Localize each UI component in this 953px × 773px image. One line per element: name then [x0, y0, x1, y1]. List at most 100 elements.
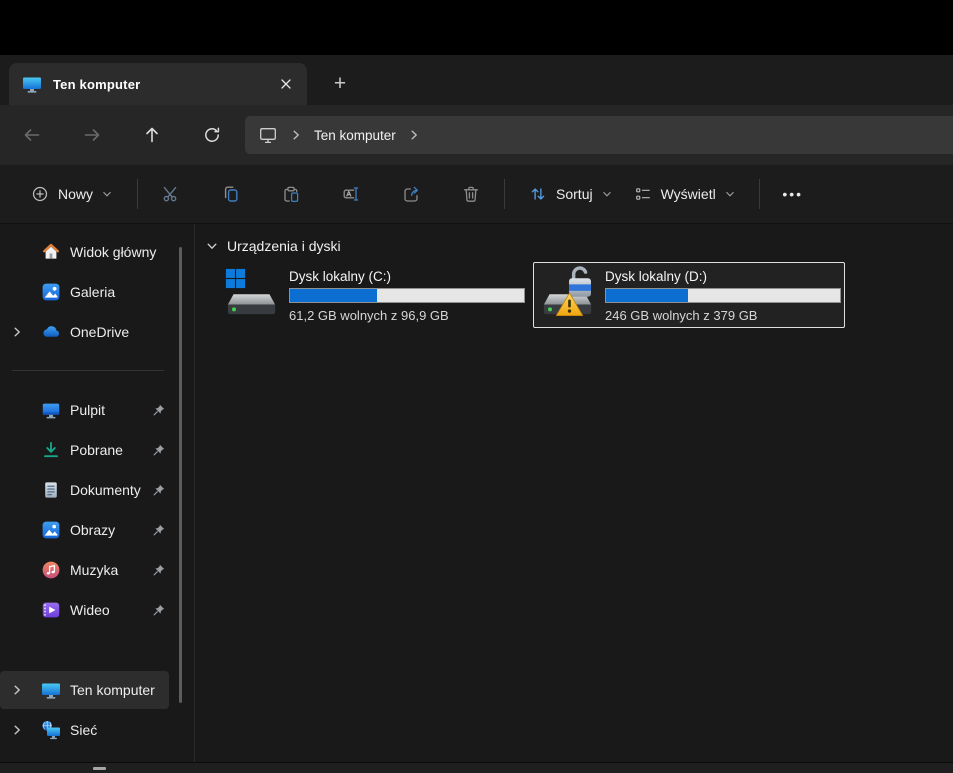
warning-icon — [555, 291, 584, 318]
desktop-icon — [41, 400, 61, 420]
rename-button[interactable] — [331, 176, 371, 212]
status-bar — [0, 762, 953, 773]
sidebar-item-label: Dokumenty — [70, 482, 141, 498]
this-pc-outline-icon[interactable] — [258, 125, 278, 145]
toolbar-divider — [137, 179, 138, 209]
sidebar-item-label: Muzyka — [70, 562, 118, 578]
sidebar-item-videos[interactable]: Wideo — [0, 590, 194, 630]
delete-button[interactable] — [451, 176, 491, 212]
file-list-area[interactable]: Urządzenia i dyski Dysk lokalny (C:) 61,… — [195, 224, 953, 762]
sort-button-label: Sortuj — [556, 186, 593, 202]
sidebar-item-label: Sieć — [70, 722, 97, 738]
windows-logo-icon — [224, 267, 247, 290]
drive-name: Dysk lokalny (C:) — [289, 268, 525, 285]
section-devices-and-drives[interactable]: Urządzenia i dyski — [206, 235, 953, 257]
sort-arrows-icon — [529, 185, 547, 203]
new-button-label: Nowy — [58, 186, 93, 202]
chevron-right-icon[interactable] — [6, 724, 28, 736]
drive-icon — [223, 267, 281, 323]
share-button[interactable] — [391, 176, 431, 212]
sidebar-item-onedrive[interactable]: OneDrive — [0, 312, 194, 352]
toolbar-divider — [759, 179, 760, 209]
chevron-down-icon — [206, 240, 218, 252]
horizontal-scrollbar-thumb[interactable] — [93, 767, 106, 770]
sidebar-item-documents[interactable]: Dokumenty — [0, 470, 194, 510]
up-button[interactable] — [135, 118, 169, 152]
pin-icon — [152, 523, 166, 537]
sidebar-scrollbar[interactable] — [179, 247, 182, 703]
free-space-text: 246 GB wolnych z 379 GB — [605, 308, 841, 323]
navigation-bar: Ten komputer — [0, 105, 953, 165]
tab-close-icon[interactable] — [271, 69, 301, 99]
drive-item-d[interactable]: Dysk lokalny (D:) 246 GB wolnych z 379 G… — [533, 262, 845, 328]
refresh-icon — [202, 125, 222, 145]
pin-icon — [152, 483, 166, 497]
sidebar-item-music[interactable]: Muzyka — [0, 550, 194, 590]
copy-button[interactable] — [211, 176, 251, 212]
sidebar-item-network[interactable]: Sieć — [0, 710, 194, 750]
video-icon — [41, 600, 61, 620]
download-icon — [41, 440, 61, 460]
command-toolbar: Nowy Sortuj Wyświetl ••• — [0, 165, 953, 224]
sidebar-spacer — [0, 630, 194, 670]
forward-button[interactable] — [75, 118, 109, 152]
address-bar[interactable]: Ten komputer — [245, 116, 953, 154]
drive-icon — [539, 267, 597, 323]
sidebar-item-label: Wideo — [70, 602, 110, 618]
up-arrow-icon — [142, 125, 162, 145]
sidebar-item-this-pc[interactable]: Ten komputer — [0, 671, 169, 709]
paste-button[interactable] — [271, 176, 311, 212]
view-button[interactable]: Wyświetl — [623, 176, 746, 212]
this-pc-icon — [22, 74, 42, 94]
sidebar-item-gallery[interactable]: Galeria — [0, 272, 194, 312]
sidebar-item-label: Pulpit — [70, 402, 105, 418]
breadcrumb-chevron-icon[interactable] — [404, 129, 424, 141]
refresh-button[interactable] — [195, 118, 229, 152]
sidebar-item-desktop[interactable]: Pulpit — [0, 390, 194, 430]
tab-ten-komputer[interactable]: Ten komputer — [9, 63, 307, 105]
capacity-bar — [605, 288, 841, 303]
scissors-icon — [161, 184, 181, 204]
desktop-background — [0, 0, 953, 55]
gallery-icon — [41, 282, 61, 302]
share-icon — [401, 184, 421, 204]
drive-item-c[interactable]: Dysk lokalny (C:) 61,2 GB wolnych z 96,9… — [217, 262, 529, 328]
more-options-button[interactable]: ••• — [773, 176, 813, 212]
sidebar-item-downloads[interactable]: Pobrane — [0, 430, 194, 470]
sidebar-item-home[interactable]: Widok główny — [0, 232, 194, 272]
drive-list: Dysk lokalny (C:) 61,2 GB wolnych z 96,9… — [217, 262, 953, 328]
pin-icon — [152, 443, 166, 457]
sort-button[interactable]: Sortuj — [518, 176, 623, 212]
network-icon — [41, 720, 61, 740]
rename-icon — [341, 184, 361, 204]
cut-button[interactable] — [151, 176, 191, 212]
trash-icon — [461, 184, 481, 204]
view-list-icon — [634, 185, 652, 203]
back-button[interactable] — [15, 118, 49, 152]
free-space-text: 61,2 GB wolnych z 96,9 GB — [289, 308, 525, 323]
clipboard-icon — [281, 184, 301, 204]
capacity-bar — [289, 288, 525, 303]
sidebar-item-label: OneDrive — [70, 324, 129, 340]
sidebar-item-label: Widok główny — [70, 244, 156, 260]
view-button-label: Wyświetl — [661, 186, 716, 202]
toolbar-divider — [504, 179, 505, 209]
sidebar-item-label: Obrazy — [70, 522, 115, 538]
breadcrumb-item-ten-komputer[interactable]: Ten komputer — [314, 128, 396, 143]
pin-icon — [152, 403, 166, 417]
breadcrumb-chevron-icon[interactable] — [286, 129, 306, 141]
copy-icon — [221, 184, 241, 204]
chevron-down-icon — [602, 189, 612, 199]
this-pc-icon — [41, 680, 61, 700]
circle-plus-icon — [31, 185, 49, 203]
music-icon — [41, 560, 61, 580]
pin-icon — [152, 563, 166, 577]
new-tab-button[interactable]: + — [323, 67, 357, 101]
chevron-right-icon[interactable] — [6, 326, 28, 338]
new-button[interactable]: Nowy — [19, 176, 124, 212]
sidebar-item-pictures[interactable]: Obrazy — [0, 510, 194, 550]
chevron-right-icon[interactable] — [6, 684, 28, 696]
pin-icon — [152, 603, 166, 617]
sidebar-item-label: Galeria — [70, 284, 115, 300]
document-icon — [41, 480, 61, 500]
